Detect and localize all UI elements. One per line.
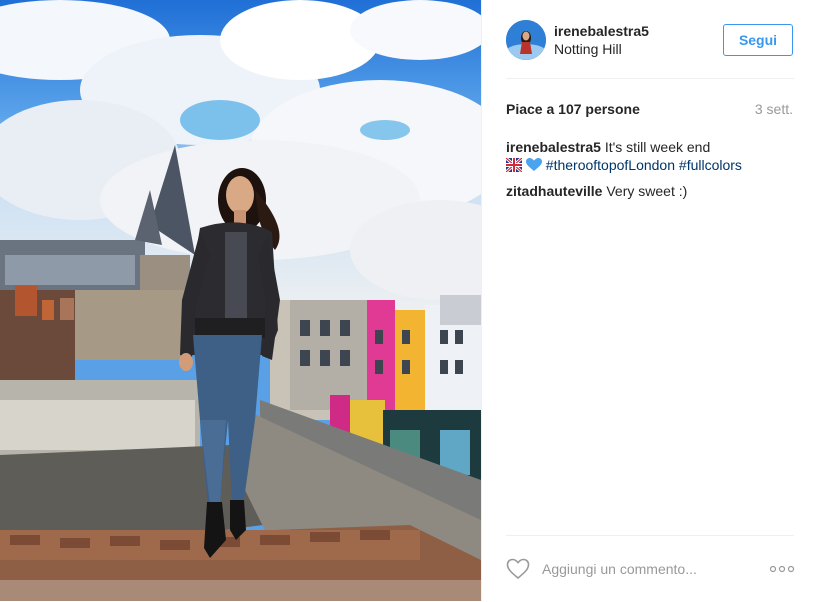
comment-author[interactable]: irenebalestra5 xyxy=(506,139,601,155)
post-location[interactable]: Notting Hill xyxy=(554,41,622,57)
follow-button[interactable]: Segui xyxy=(723,24,793,56)
hashtag-link[interactable]: #fullcolors xyxy=(679,157,742,173)
photo-scene xyxy=(0,0,481,601)
post-time[interactable]: 3 sett. xyxy=(755,101,793,117)
more-options-icon[interactable] xyxy=(769,562,795,574)
post-username[interactable]: irenebalestra5 xyxy=(554,23,649,39)
uk-flag-icon xyxy=(505,156,523,176)
post-actions xyxy=(506,535,795,602)
comment-item: zitadhauteville Very sweet :) xyxy=(506,182,796,200)
comment-author[interactable]: zitadhauteville xyxy=(506,183,602,199)
avatar-image xyxy=(506,20,546,60)
comment-item: irenebalestra5 It's still week end #ther… xyxy=(505,138,796,176)
avatar[interactable] xyxy=(506,20,546,60)
comment-input[interactable] xyxy=(542,558,752,580)
hashtag-link[interactable]: #therooftopofLondon xyxy=(546,157,675,173)
comment-text: Very sweet :) xyxy=(606,183,688,199)
post-photo[interactable] xyxy=(0,0,481,601)
likes-count[interactable]: Piace a 107 persone xyxy=(506,101,640,117)
comments-list: irenebalestra5 It's still week end #ther… xyxy=(505,138,796,200)
post-details-panel: irenebalestra5 Notting Hill Segui Piace … xyxy=(481,0,817,601)
post-header: irenebalestra5 Notting Hill Segui xyxy=(506,18,794,79)
blue-heart-icon xyxy=(525,158,542,176)
comment-text: It's still week end xyxy=(604,139,711,155)
heart-outline-icon[interactable] xyxy=(506,558,530,580)
